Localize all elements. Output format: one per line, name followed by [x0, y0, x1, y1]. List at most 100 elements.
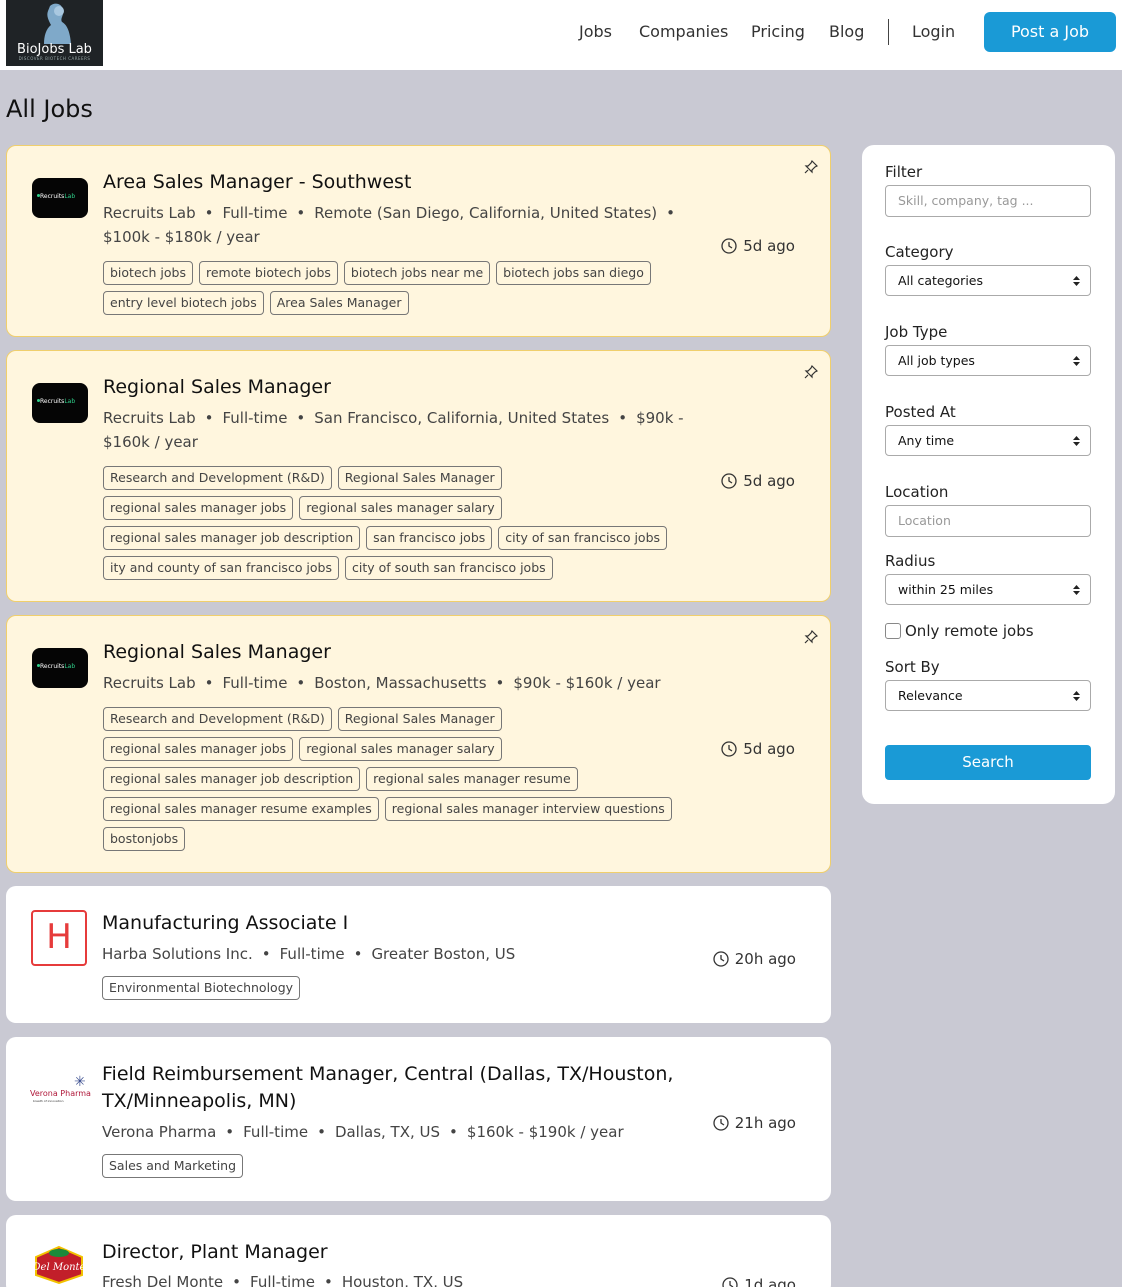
post-job-button[interactable]: Post a Job	[984, 12, 1116, 52]
del-monte-logo-icon: Del Monte	[32, 1245, 86, 1285]
tag[interactable]: san francisco jobs	[366, 526, 493, 550]
tag[interactable]: regional sales manager job description	[103, 526, 361, 550]
company-name[interactable]: Fresh Del Monte	[102, 1273, 223, 1287]
radius-select[interactable]: within 25 miles	[885, 574, 1091, 605]
location-input[interactable]: Location	[885, 505, 1091, 537]
select-caret-icon	[1073, 585, 1080, 595]
tag[interactable]: regional sales manager jobs	[103, 496, 294, 520]
job-title[interactable]: Director, Plant Manager	[102, 1239, 328, 1266]
tag[interactable]: Research and Development (R&D)	[103, 466, 332, 490]
tag[interactable]: regional sales manager interview questio…	[384, 797, 672, 821]
job-tags: biotech jobs remote biotech jobs biotech j…	[103, 261, 683, 321]
job-title[interactable]: Area Sales Manager - Southwest	[103, 169, 411, 196]
clock-icon	[721, 741, 737, 757]
job-type-label: Job Type	[885, 323, 948, 341]
filter-label: Filter	[885, 163, 923, 181]
clock-icon	[713, 1115, 729, 1131]
tag[interactable]: ity and county of san francisco jobs	[103, 556, 340, 580]
tag[interactable]: city of san francisco jobs	[498, 526, 668, 550]
job-title[interactable]: Field Reimbursement Manager, Central (Da…	[102, 1061, 673, 1115]
nav-login-link[interactable]: Login	[912, 22, 955, 41]
posted-time: 5d ago	[721, 471, 795, 491]
nav-companies-link[interactable]: Companies	[639, 22, 728, 41]
company-name[interactable]: Harba Solutions Inc.	[102, 945, 253, 963]
pin-icon	[804, 629, 819, 648]
remote-only-label[interactable]: Only remote jobs	[905, 622, 1034, 640]
job-type: Full-time	[250, 1273, 315, 1287]
job-title[interactable]: Regional Sales Manager	[103, 374, 331, 401]
tag[interactable]: Regional Sales Manager	[337, 707, 502, 731]
remote-only-checkbox[interactable]	[885, 623, 901, 639]
category-label: Category	[885, 243, 954, 261]
tag[interactable]: biotech jobs near me	[343, 261, 491, 285]
job-type-select[interactable]: All job types	[885, 345, 1091, 376]
tag[interactable]: regional sales manager resume	[366, 767, 578, 791]
job-meta: Recruits Lab • Full-time • Boston, Massachus…	[103, 674, 661, 692]
sort-by-label: Sort By	[885, 658, 940, 676]
job-meta: Fresh Del Monte • Full-time • Houston, TX, U…	[102, 1270, 463, 1287]
top-navbar: BioJobs Lab DISCOVER BIOTECH CAREERS Job…	[0, 0, 1122, 70]
job-tags: Environmental Biotechnology	[102, 976, 682, 1006]
job-card[interactable]: RecruitsLab Area Sales Manager - Southwe…	[6, 145, 831, 337]
tag[interactable]: remote biotech jobs	[198, 261, 338, 285]
sort-by-select[interactable]: Relevance	[885, 680, 1091, 711]
posted-at-select[interactable]: Any time	[885, 425, 1091, 456]
job-card[interactable]: ✳ Verona Pharma breath of innovation Fie…	[6, 1037, 831, 1201]
job-type: Full-time	[243, 1123, 309, 1141]
filter-input[interactable]: Skill, company, tag ...	[885, 185, 1091, 217]
logo-figure-icon	[44, 3, 71, 44]
tag[interactable]: Environmental Biotechnology	[102, 976, 301, 1000]
site-logo[interactable]: BioJobs Lab DISCOVER BIOTECH CAREERS	[6, 0, 103, 66]
job-card[interactable]: Del Monte Director, Plant Manager Fresh …	[6, 1215, 831, 1287]
job-meta: Recruits Lab • Full-time • San Francisco, Ca…	[103, 409, 684, 427]
radius-label: Radius	[885, 552, 936, 570]
job-location: San Francisco, California, United States	[314, 409, 610, 427]
tag[interactable]: biotech jobs	[103, 261, 193, 285]
tag[interactable]: Area Sales Manager	[269, 291, 409, 315]
company-name[interactable]: Recruits Lab	[103, 204, 196, 222]
filter-panel: Filter Skill, company, tag ... Category …	[862, 145, 1115, 804]
tag[interactable]: entry level biotech jobs	[103, 291, 264, 315]
tag[interactable]: regional sales manager salary	[299, 737, 502, 761]
company-name[interactable]: Recruits Lab	[103, 674, 196, 692]
search-button[interactable]: Search	[885, 745, 1091, 780]
company-logo: H	[31, 910, 87, 966]
clock-icon	[713, 951, 729, 967]
tag[interactable]: regional sales manager jobs	[103, 737, 294, 761]
company-name[interactable]: Verona Pharma	[102, 1123, 216, 1141]
company-logo: Del Monte	[32, 1245, 86, 1285]
company-name[interactable]: Recruits Lab	[103, 409, 196, 427]
category-select[interactable]: All categories	[885, 265, 1091, 296]
tag[interactable]: regional sales manager salary	[299, 496, 502, 520]
posted-time-text: 5d ago	[743, 237, 795, 255]
job-tags: Research and Development (R&D) Regional S…	[103, 707, 683, 857]
clock-icon	[721, 238, 737, 254]
job-location: Houston, TX, US	[341, 1273, 464, 1287]
tag[interactable]: biotech jobs san diego	[496, 261, 651, 285]
tag[interactable]: Regional Sales Manager	[337, 466, 502, 490]
tag[interactable]: city of south san francisco jobs	[345, 556, 553, 580]
posted-time: 1d ago	[722, 1275, 796, 1287]
brand-tagline: DISCOVER BIOTECH CAREERS	[18, 56, 91, 61]
tag[interactable]: Sales and Marketing	[102, 1154, 244, 1178]
nav-jobs-link[interactable]: Jobs	[579, 22, 612, 41]
select-caret-icon	[1073, 356, 1080, 366]
job-card[interactable]: H Manufacturing Associate I Harba Soluti…	[6, 886, 831, 1023]
nav-pricing-link[interactable]: Pricing	[751, 22, 805, 41]
job-meta: Verona Pharma • Full-time • Dallas, TX, US • $…	[102, 1123, 624, 1141]
job-card[interactable]: RecruitsLab Regional Sales Manager Recru…	[6, 615, 831, 873]
tag[interactable]: regional sales manager job description	[103, 767, 361, 791]
company-logo: ✳ Verona Pharma breath of innovation	[30, 1074, 91, 1103]
tag[interactable]: Research and Development (R&D)	[103, 707, 332, 731]
job-title[interactable]: Regional Sales Manager	[103, 639, 331, 666]
nav-blog-link[interactable]: Blog	[829, 22, 864, 41]
brand-name: BioJobs Lab	[17, 42, 92, 57]
tag[interactable]: regional sales manager resume examples	[103, 797, 379, 821]
tag[interactable]: bostonjobs	[103, 827, 186, 851]
job-location: Dallas, TX, US	[334, 1123, 441, 1141]
job-card[interactable]: RecruitsLab Regional Sales Manager Recru…	[6, 350, 831, 602]
job-salary: $100k - $180k / year	[103, 228, 260, 246]
svg-text:Del Monte: Del Monte	[32, 1262, 86, 1273]
job-title[interactable]: Manufacturing Associate I	[102, 910, 348, 937]
page-title: All Jobs	[6, 95, 93, 123]
